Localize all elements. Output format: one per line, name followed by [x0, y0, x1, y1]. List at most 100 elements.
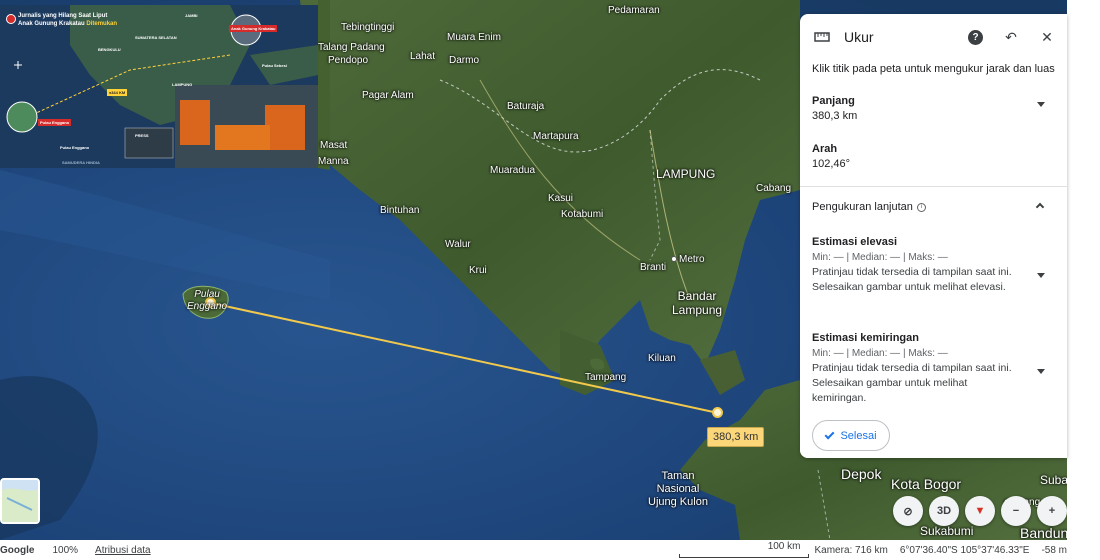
place-bintuhan: Bintuhan — [380, 205, 420, 216]
elevation-stats: Min: — | Median: — | Maks: — — [812, 252, 948, 263]
news-infographic-overlay: Jurnalis yang Hilang Saat Liput Anak Gun… — [0, 5, 318, 168]
place-bandar-lampung: Bandar Lampung — [672, 289, 723, 317]
help-icon[interactable]: ? — [968, 29, 983, 45]
undo-icon[interactable]: ↶ — [1003, 29, 1019, 45]
length-value: 380,3 km — [812, 110, 858, 122]
elevation-estimate: Estimasi elevasi Min: — | Median: — | Ma… — [800, 235, 1067, 331]
slope-title: Estimasi kemiringan — [812, 332, 919, 344]
hide-3d-buildings-button[interactable]: ⊘ — [893, 496, 923, 526]
direction-value: 102,46° — [812, 158, 851, 170]
slope-body: Pratinjau tidak tersedia di tampilan saa… — [812, 362, 1012, 404]
compass-button[interactable]: ▼ — [965, 496, 995, 526]
length-unit-dropdown-icon[interactable] — [1037, 102, 1045, 107]
place-pulau-enggano: Pulau Enggano — [187, 289, 228, 312]
place-taman-nasional: Taman Nasional Ujung Kulon — [648, 470, 708, 508]
scale-line — [678, 553, 809, 558]
place-muaradua: Muaradua — [490, 165, 536, 176]
measure-title: Ukur — [844, 29, 874, 45]
plus-icon: + — [1048, 505, 1056, 517]
infographic-pulau-sebesi: Pulau Sebesi — [262, 63, 287, 68]
infographic-headline: Jurnalis yang Hilang Saat Liput Anak Gun… — [18, 13, 118, 27]
place-pedamaran: Pedamaran — [608, 5, 660, 16]
slope-dropdown-icon[interactable] — [1037, 369, 1045, 374]
3d-toggle-button[interactable]: 3D — [929, 496, 959, 526]
layer-thumbnail-icon — [2, 480, 38, 522]
infographic-enggano-tag: Pulau Enggano — [38, 119, 72, 126]
infographic-ocean-label: SAMUDERA HINDIA — [62, 160, 100, 165]
place-masat: Masat — [320, 140, 348, 151]
measure-panel-header: Ukur ? ↶ ✕ — [800, 14, 1067, 60]
infographic-sumsel-label: SUMATERA SELATAN — [135, 35, 177, 40]
zoom-out-button[interactable]: − — [1001, 496, 1031, 526]
infographic-distance-tag: ±344 KM — [107, 89, 128, 96]
elevation-title: Estimasi elevasi — [812, 236, 898, 248]
advanced-label: Pengukuran lanjutan — [812, 201, 913, 213]
done-button[interactable]: Selesai — [812, 420, 890, 451]
length-row[interactable]: Panjang 380,3 km — [800, 92, 1067, 142]
place-metro: Metro — [679, 254, 705, 265]
place-tebingtinggi: Tebingtinggi — [341, 22, 395, 33]
direction-label: Arah — [812, 143, 838, 155]
ruler-icon — [814, 29, 830, 45]
place-pendopo: Pendopo — [328, 55, 369, 66]
elevation-dropdown-icon[interactable] — [1037, 273, 1045, 278]
place-darmo: Darmo — [449, 55, 480, 66]
check-icon — [825, 429, 835, 439]
minus-icon: − — [1012, 505, 1020, 517]
camera-altitude: Kamera: 716 km — [814, 544, 888, 556]
place-kotabumi: Kotabumi — [561, 209, 604, 220]
google-logo: Google — [0, 544, 35, 556]
news-logo — [6, 14, 16, 24]
distance-label: 380,3 km — [707, 427, 765, 447]
infographic-jambi-label: JAMBI — [185, 13, 198, 18]
layer-thumbnail[interactable] — [0, 478, 40, 524]
map-controls: ⊘ 3D ▼ − + — [893, 496, 1067, 526]
scale-bar: 100 km — [678, 541, 809, 558]
slope-stats: Min: — | Median: — | Maks: — — [812, 348, 948, 359]
scale-label: 100 km — [767, 540, 801, 552]
infographic-press-label: PRESS — [135, 133, 149, 138]
map-status-bar: Google 100% Atribusi data 100 km Kamera:… — [0, 540, 1067, 560]
length-label: Panjang — [812, 95, 855, 107]
place-tampang: Tampang — [585, 372, 627, 383]
cursor-coordinates: 6°07'36.40"S 105°37'46.33"E — [899, 544, 1030, 556]
infographic-pulau-enggano: Pulau Enggano — [60, 145, 90, 150]
place-krui: Krui — [469, 265, 487, 276]
attribution-link[interactable]: Atribusi data — [95, 545, 151, 556]
place-martapura: Martapura — [533, 131, 579, 142]
infographic-bengkulu-label: BENGKULU — [98, 47, 121, 52]
close-icon[interactable]: ✕ — [1039, 29, 1055, 45]
cursor-elevation: -58 m — [1041, 544, 1067, 556]
done-label: Selesai — [840, 429, 877, 442]
compass-icon: ▼ — [974, 505, 986, 517]
advanced-measurement-toggle[interactable]: Pengukuran lanjutan i — [800, 187, 1067, 227]
done-bar: Selesai — [800, 414, 1067, 458]
place-kiluan: Kiluan — [648, 353, 676, 364]
measure-hint: Klik titik pada peta untuk mengukur jara… — [812, 63, 1055, 75]
zoom-in-button[interactable]: + — [1037, 496, 1067, 526]
elevation-body: Pratinjau tidak tersedia di tampilan saa… — [812, 266, 1012, 293]
place-sukabumi: Sukabumi — [920, 524, 974, 538]
zoom-level: 100% — [52, 544, 79, 556]
infographic-krakatau-tag: Anak Gunung Krakatau — [229, 25, 278, 32]
place-lampung: LAMPUNG — [656, 167, 716, 181]
chevron-up-icon — [1035, 202, 1045, 212]
place-depok: Depok — [841, 466, 882, 482]
infographic-lampung-label: LAMPUNG — [172, 82, 193, 87]
place-kasui: Kasui — [548, 193, 574, 204]
place-baturaja: Baturaja — [507, 101, 545, 112]
info-icon[interactable]: i — [916, 202, 926, 212]
place-muara-enim: Muara Enim — [447, 32, 501, 43]
place-manna: Manna — [318, 156, 349, 167]
no-location-icon: ⊘ — [903, 505, 913, 518]
measure-end-point[interactable] — [712, 407, 723, 418]
direction-row: Arah 102,46° — [800, 142, 1067, 180]
place-branti: Branti — [640, 262, 667, 273]
place-bandung: Bandung — [1020, 525, 1067, 540]
slope-estimate: Estimasi kemiringan Min: — | Median: — |… — [800, 331, 1067, 421]
place-lahat: Lahat — [410, 51, 436, 62]
place-pagar-alam: Pagar Alam — [362, 90, 414, 101]
measure-panel: Ukur ? ↶ ✕ Klik titik pada peta untuk me… — [800, 14, 1067, 458]
place-kota-bogor: Kota Bogor — [891, 476, 962, 492]
place-talang-padang: Talang Padang — [318, 42, 385, 53]
